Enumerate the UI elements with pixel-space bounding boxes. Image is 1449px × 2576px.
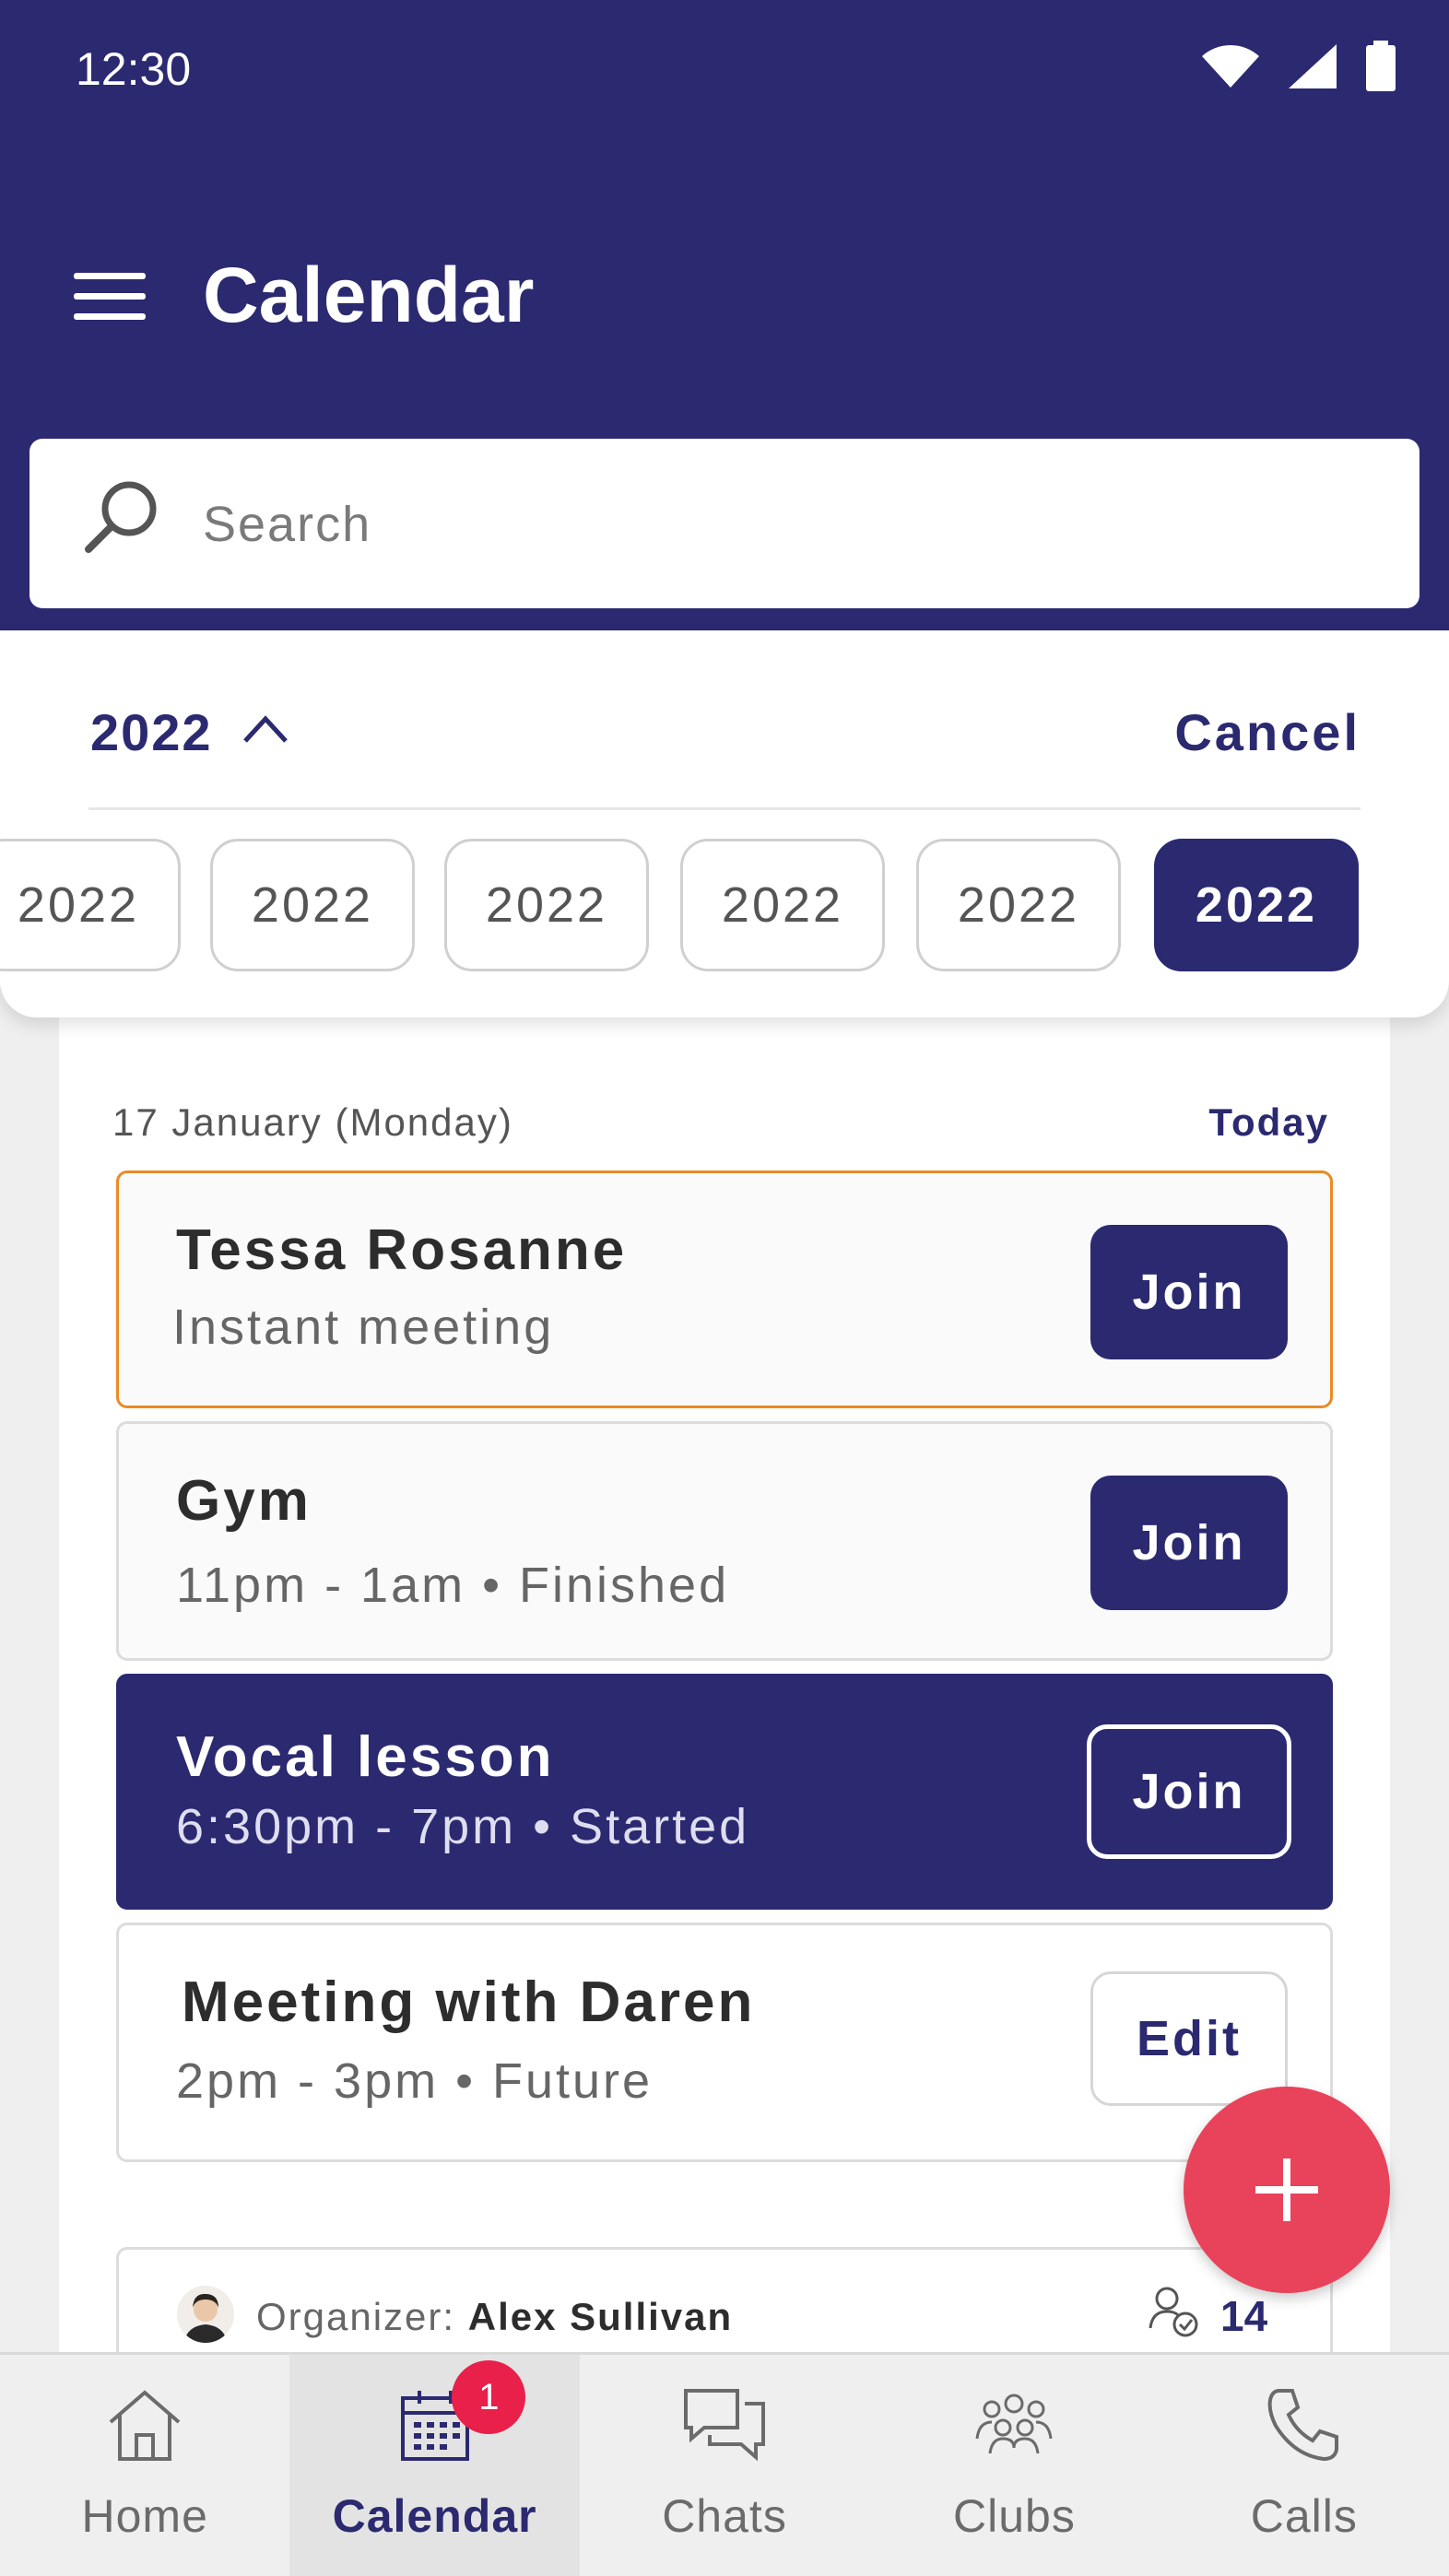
event-item[interactable]: Vocal lesson 6:30pm - 7pm • Started Join (116, 1674, 1333, 1910)
year-chip-selected[interactable]: 2022 (1154, 839, 1359, 971)
page-title: Calendar (203, 252, 535, 338)
notification-badge: 1 (452, 2360, 526, 2434)
nav-label: Clubs (953, 2490, 1076, 2542)
plus-icon (1255, 2158, 1318, 2221)
join-button[interactable]: Join (1090, 1476, 1288, 1610)
nav-item-calendar[interactable]: 1 Calendar (289, 2355, 580, 2576)
bottom-nav: Home 1 Calendar Chats Clubs Calls (0, 2352, 1449, 2576)
year-chip[interactable]: 2022 (444, 839, 649, 971)
add-event-button[interactable] (1184, 2087, 1390, 2293)
organizer-label: Organizer: (256, 2295, 456, 2338)
event-subtitle: 11pm - 1am • Finished (176, 1558, 730, 1613)
group-icon (975, 2394, 1053, 2454)
organizer-info: Organizer: Alex Sullivan (256, 2295, 733, 2339)
chat-icon (684, 2389, 766, 2462)
search-placeholder: Search (203, 497, 372, 552)
nav-label: Calls (1250, 2490, 1358, 2542)
participants-count: 14 (1220, 2292, 1268, 2340)
date-label: 17 January (Monday) (112, 1100, 513, 1144)
event-title: Meeting with Daren (182, 1970, 756, 2034)
divider (88, 807, 1361, 810)
event-title: Gym (176, 1469, 312, 1533)
menu-icon[interactable] (74, 273, 146, 321)
chevron-up-icon[interactable] (242, 710, 289, 747)
event-subtitle: 6:30pm - 7pm • Started (176, 1799, 750, 1854)
battery-icon (1366, 41, 1396, 91)
year-dropdown[interactable]: 2022 (90, 702, 213, 762)
nav-item-chats[interactable]: Chats (580, 2355, 869, 2576)
nav-item-clubs[interactable]: Clubs (869, 2355, 1159, 2576)
cancel-button[interactable]: Cancel (1174, 702, 1361, 762)
status-icons (1200, 41, 1397, 92)
nav-item-calls[interactable]: Calls (1160, 2355, 1449, 2576)
nav-label: Chats (662, 2490, 787, 2542)
year-chip[interactable]: 2022 (210, 839, 415, 971)
signal-icon (1289, 44, 1337, 88)
today-label[interactable]: Today (1208, 1100, 1329, 1145)
phone-icon (1267, 2389, 1338, 2462)
join-button[interactable]: Join (1090, 1225, 1288, 1359)
organizer-name: Alex Sullivan (467, 2295, 734, 2338)
event-title: Tessa Rosanne (176, 1218, 628, 1282)
event-title: Vocal lesson (176, 1725, 555, 1789)
join-button[interactable]: Join (1087, 1724, 1291, 1859)
event-subtitle: Instant meeting (172, 1300, 555, 1355)
nav-label: Home (81, 2490, 208, 2542)
wifi-icon (1202, 44, 1259, 88)
status-time: 12:30 (76, 43, 192, 95)
year-chip[interactable]: 2022 (916, 839, 1121, 971)
event-item[interactable]: Meeting with Daren 2pm - 3pm • Future Ed… (116, 1923, 1333, 2162)
nav-label: Calendar (332, 2490, 537, 2542)
year-chip[interactable]: 2022 (680, 839, 885, 971)
home-icon (109, 2390, 181, 2461)
event-item[interactable]: Gym 11pm - 1am • Finished Join (116, 1421, 1333, 1661)
event-item[interactable]: Tessa Rosanne Instant meeting Join (116, 1170, 1333, 1408)
avatar (177, 2286, 234, 2343)
event-subtitle: 2pm - 3pm • Future (176, 2053, 654, 2109)
search-icon (85, 481, 157, 553)
nav-item-home[interactable]: Home (0, 2355, 289, 2576)
year-chip[interactable]: 2022 (0, 839, 181, 971)
